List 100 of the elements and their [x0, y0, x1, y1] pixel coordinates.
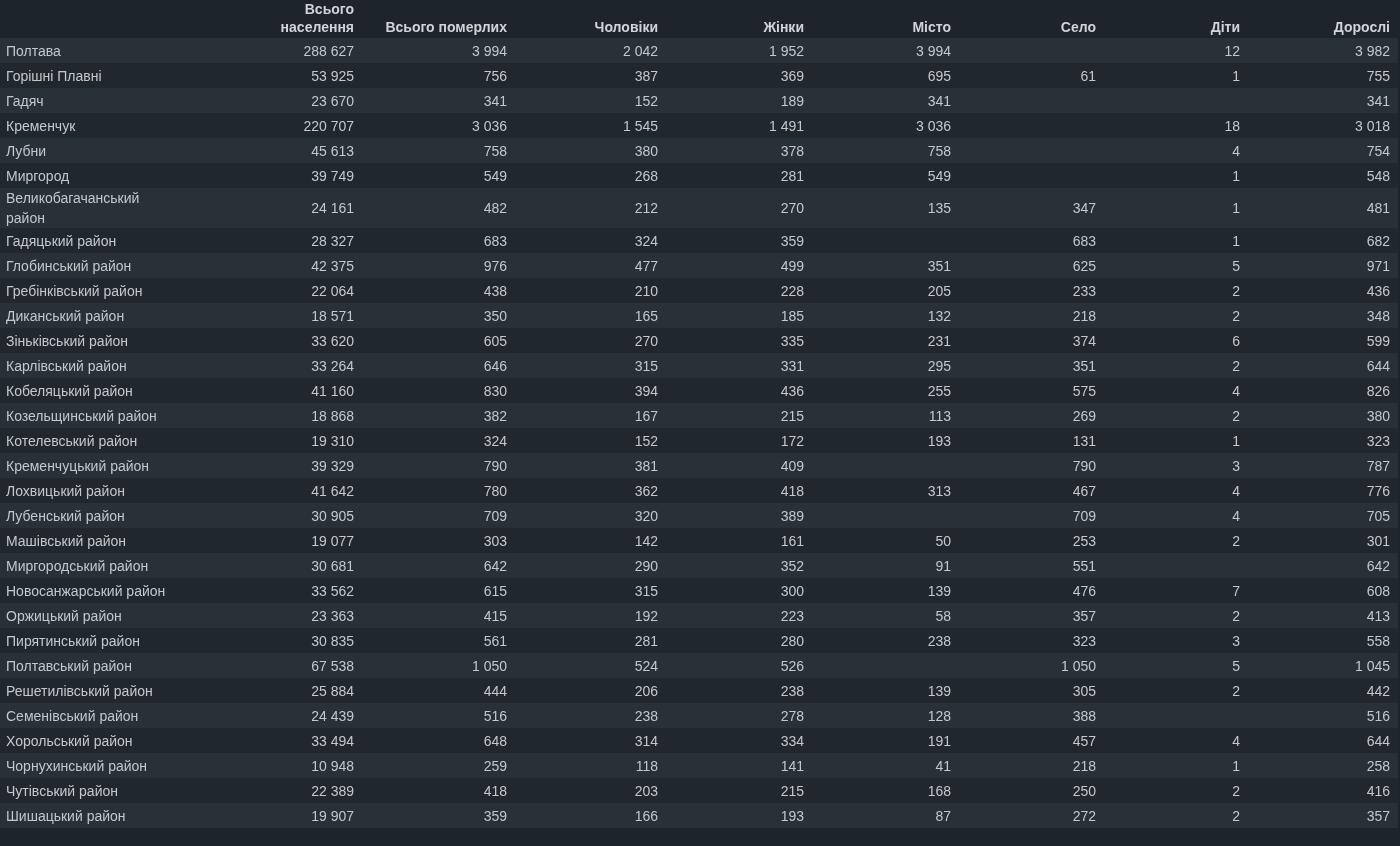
- table-cell: 331: [780, 357, 804, 374]
- table-cell: 220 707: [303, 117, 354, 134]
- table-cell: 268: [634, 167, 658, 184]
- table-cell: 1 050: [471, 657, 507, 674]
- table-cell: 238: [780, 682, 804, 699]
- table-cell: 10 948: [311, 757, 354, 774]
- table-cell: 323: [1072, 632, 1096, 649]
- table-cell: 166: [634, 807, 658, 824]
- row-label: Новосанжарський район: [6, 582, 166, 599]
- table-cell: 695: [927, 67, 951, 84]
- table-cell: 605: [483, 332, 507, 349]
- table-cell: 131: [1072, 432, 1096, 449]
- table-cell: 313: [927, 482, 951, 499]
- table-cell: 615: [483, 582, 507, 599]
- table-cell: 30 905: [311, 507, 354, 524]
- row-label: Глобинський район: [6, 257, 132, 274]
- table-cell: 87: [935, 807, 951, 824]
- table-cell: 438: [483, 282, 507, 299]
- table-cell: 1: [1232, 232, 1240, 249]
- table-cell: 191: [927, 732, 951, 749]
- table-cell: 754: [1366, 142, 1390, 159]
- column-header: Село: [1060, 19, 1096, 35]
- table-cell: 238: [927, 632, 951, 649]
- table-cell: 709: [483, 507, 507, 524]
- table-cell: 24 161: [311, 200, 354, 216]
- table-cell: 320: [634, 507, 658, 524]
- table-cell: 250: [1072, 782, 1096, 799]
- row-label: Кременчуцький район: [6, 457, 150, 474]
- column-header: Діти: [1210, 19, 1240, 35]
- table-cell: 19 077: [311, 532, 354, 549]
- table-cell: 33 562: [311, 582, 354, 599]
- table-cell: 415: [483, 607, 507, 624]
- table-cell: 280: [780, 632, 804, 649]
- row-label: Семенівський район: [6, 707, 139, 724]
- table-cell: 238: [634, 707, 658, 724]
- table-cell: 139: [927, 582, 951, 599]
- table-cell: 976: [483, 257, 507, 274]
- table-cell: 442: [1366, 682, 1390, 699]
- row-label: Машівський район: [6, 532, 127, 549]
- table-cell: 341: [483, 92, 507, 109]
- table-cell: 499: [780, 257, 804, 274]
- table-cell: 50: [935, 532, 951, 549]
- table-cell: 2: [1232, 607, 1240, 624]
- row-label: Решетилівський район: [6, 682, 153, 699]
- table-cell: 2 042: [622, 42, 658, 59]
- table-cell: 281: [634, 632, 658, 649]
- row-label: Лохвицький район: [6, 482, 125, 499]
- table-cell: 683: [483, 232, 507, 249]
- table-cell: 3: [1232, 632, 1240, 649]
- table-cell: 830: [483, 382, 507, 399]
- table-cell: 436: [780, 382, 804, 399]
- table-cell: 357: [1072, 607, 1096, 624]
- table-cell: 790: [483, 457, 507, 474]
- table-cell: 2: [1232, 807, 1240, 824]
- table-cell: 218: [1072, 757, 1096, 774]
- table-cell: 3 982: [1354, 42, 1390, 59]
- table-cell: 33 264: [311, 357, 354, 374]
- table-cell: 67 538: [311, 657, 354, 674]
- row-label: Шишацький район: [6, 807, 126, 824]
- table-cell: 359: [483, 807, 507, 824]
- table-cell: 272: [1072, 807, 1096, 824]
- table-cell: 206: [634, 682, 658, 699]
- table-cell: 301: [1366, 532, 1390, 549]
- table-cell: 189: [780, 92, 804, 109]
- table-cell: 25 884: [311, 682, 354, 699]
- table-cell: 192: [634, 607, 658, 624]
- row-label: Миргородський район: [6, 557, 149, 574]
- table-cell: 39 749: [311, 167, 354, 184]
- table-cell: 467: [1072, 482, 1096, 499]
- row-label: Миргород: [6, 167, 70, 184]
- row-label: Полтавський район: [6, 657, 132, 674]
- table-cell: 826: [1366, 382, 1390, 399]
- row-label: Хорольський район: [6, 732, 133, 749]
- table-cell: 23 670: [311, 92, 354, 109]
- table-cell: 1 045: [1354, 657, 1390, 674]
- row-label: Пирятинський район: [6, 632, 140, 649]
- table-cell: 22 064: [311, 282, 354, 299]
- table-cell: 300: [780, 582, 804, 599]
- table-cell: 231: [927, 332, 951, 349]
- table-cell: 152: [634, 92, 658, 109]
- table-cell: 348: [1366, 307, 1390, 324]
- table-cell: 5: [1232, 257, 1240, 274]
- table-cell: 561: [483, 632, 507, 649]
- table-cell: 476: [1072, 582, 1096, 599]
- table-cell: 780: [483, 482, 507, 499]
- row-label: Гребінківський район: [6, 282, 143, 299]
- table-cell: 323: [1366, 432, 1390, 449]
- table-cell: 215: [780, 407, 804, 424]
- row-label: Карлівський район: [6, 357, 127, 374]
- table-cell: 215: [780, 782, 804, 799]
- table-cell: 683: [1072, 232, 1096, 249]
- table-cell: 203: [634, 782, 658, 799]
- table-cell: 1: [1232, 432, 1240, 449]
- table-cell: 388: [1072, 707, 1096, 724]
- table-cell: 4: [1232, 142, 1240, 159]
- table-cell: 549: [927, 167, 951, 184]
- table-cell: 212: [634, 200, 658, 216]
- table-cell: 756: [483, 67, 507, 84]
- table-cell: 22 389: [311, 782, 354, 799]
- table-cell: 12: [1224, 42, 1240, 59]
